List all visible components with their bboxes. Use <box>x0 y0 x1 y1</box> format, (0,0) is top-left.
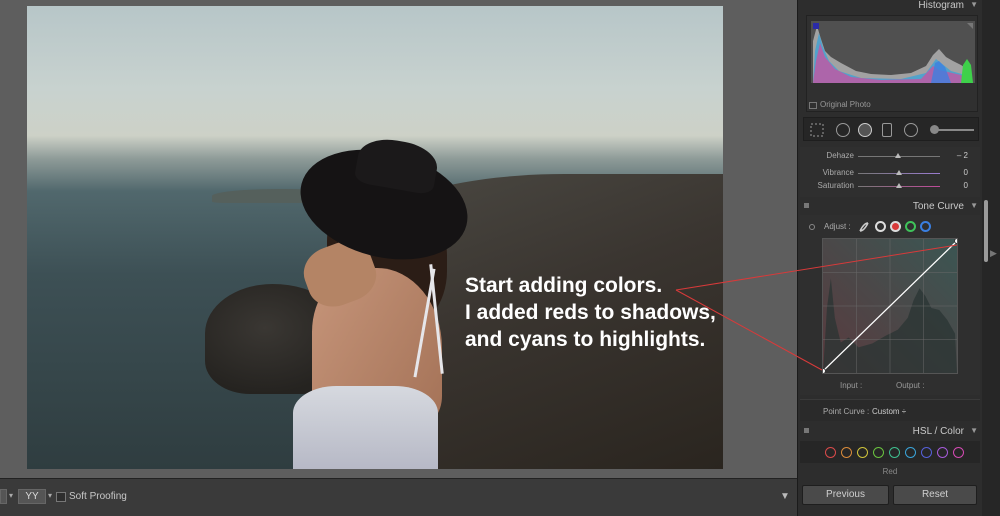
vibrance-value[interactable]: 0 <box>964 168 968 177</box>
hsl-color-swatch[interactable] <box>937 447 948 458</box>
hsl-color-swatches <box>800 441 980 463</box>
hsl-color-swatch[interactable] <box>825 447 836 458</box>
collapse-triangle-icon[interactable]: ▼ <box>970 201 978 210</box>
dehaze-label: Dehaze <box>826 151 854 160</box>
hsl-color-swatch[interactable] <box>905 447 916 458</box>
previous-button[interactable]: Previous <box>802 485 889 505</box>
original-photo-label: Original Photo <box>820 100 871 109</box>
hsl-color-swatch[interactable] <box>841 447 852 458</box>
rgb-channel-icon[interactable] <box>875 221 886 232</box>
panel-switch-icon[interactable] <box>804 203 809 208</box>
green-channel-icon[interactable] <box>905 221 916 232</box>
tone-curve-panel: Adjust : Input : Output : <box>800 215 980 395</box>
dehaze-slider-row[interactable]: Dehaze – 2 <box>800 150 980 162</box>
adjustment-brush-icon[interactable] <box>930 125 939 134</box>
spot-removal-icon[interactable] <box>836 123 850 137</box>
annotation-text: Start adding colors. I added reds to sha… <box>465 272 795 353</box>
hsl-title: HSL / Color <box>912 426 964 437</box>
curve-output-label: Output : <box>896 381 925 390</box>
hsl-color-swatch[interactable] <box>953 447 964 458</box>
histogram-graph[interactable] <box>811 21 975 83</box>
blue-channel-icon[interactable] <box>920 221 931 232</box>
red-channel-icon[interactable] <box>890 221 901 232</box>
tone-curve-graph[interactable] <box>822 238 958 374</box>
view-mode-button[interactable] <box>0 489 7 504</box>
hsl-color-swatch[interactable] <box>921 447 932 458</box>
hsl-red-label: Red <box>882 467 898 476</box>
soft-proofing-label: Soft Proofing <box>69 491 127 502</box>
parametric-curve-icon[interactable] <box>858 221 870 233</box>
panel-switch-icon[interactable] <box>804 428 809 433</box>
hsl-color-swatch[interactable] <box>873 447 884 458</box>
vibrance-slider-row[interactable]: Vibrance 0 <box>800 167 980 179</box>
before-after-button[interactable]: YY <box>18 489 46 504</box>
tone-curve-title: Tone Curve <box>912 201 964 212</box>
photo-dress <box>293 386 438 469</box>
original-photo-checkbox[interactable] <box>809 102 817 109</box>
tone-curve-adjust-label: Adjust : <box>824 222 851 231</box>
hsl-color-swatch[interactable] <box>857 447 868 458</box>
annotation-line-3: and cyans to highlights. <box>465 328 706 351</box>
view-mode-dropdown-icon[interactable]: ▾ <box>9 491 13 500</box>
point-curve-row: Point Curve : Custom ÷ <box>800 399 980 421</box>
point-curve-label: Point Curve : <box>823 407 870 416</box>
photo-canvas[interactable] <box>0 0 797 478</box>
graduated-filter-icon[interactable] <box>882 123 892 137</box>
dehaze-value[interactable]: – 2 <box>957 151 968 160</box>
tone-curve-header[interactable]: Tone Curve ▼ <box>800 201 980 215</box>
collapse-triangle-icon[interactable]: ▼ <box>970 0 978 9</box>
dehaze-slider-knob[interactable] <box>895 153 901 158</box>
histogram-panel: Original Photo <box>806 15 978 112</box>
saturation-label: Saturation <box>817 181 854 190</box>
hsl-color-swatch[interactable] <box>889 447 900 458</box>
reset-button[interactable]: Reset <box>893 485 977 505</box>
saturation-slider-knob[interactable] <box>896 183 902 188</box>
vibrance-label: Vibrance <box>822 168 854 177</box>
curve-input-label: Input : <box>840 381 863 390</box>
toolbar-menu-icon[interactable]: ▼ <box>780 491 790 502</box>
before-after-dropdown-icon[interactable]: ▾ <box>48 491 52 500</box>
collapse-triangle-icon[interactable]: ▼ <box>970 426 978 435</box>
vibrance-slider-knob[interactable] <box>896 170 902 175</box>
radial-filter-icon[interactable] <box>904 123 918 137</box>
saturation-slider-row[interactable]: Saturation 0 <box>800 180 980 192</box>
bottom-toolbar: ▾ YY ▾ Soft Proofing ▼ <box>0 478 797 516</box>
point-curve-select[interactable]: Custom ÷ <box>872 407 906 416</box>
histogram-header[interactable]: Histogram ▼ <box>800 0 980 14</box>
targeted-adjustment-icon[interactable] <box>809 224 815 230</box>
crop-overlay-icon[interactable] <box>810 123 824 137</box>
tool-strip <box>803 117 979 141</box>
presence-panel: Dehaze – 2 Vibrance 0 Saturation 0 <box>800 147 980 197</box>
panel-scrollbar[interactable] <box>984 200 988 262</box>
annotation-line-2: I added reds to shadows, <box>465 301 716 324</box>
red-eye-icon[interactable] <box>858 123 872 137</box>
histogram-title: Histogram <box>918 0 964 11</box>
annotation-line-1: Start adding colors. <box>465 274 663 297</box>
expand-arrow-icon[interactable]: ▶ <box>990 248 997 259</box>
saturation-value[interactable]: 0 <box>964 181 968 190</box>
hsl-header[interactable]: HSL / Color ▼ <box>800 426 980 440</box>
soft-proofing-checkbox[interactable] <box>56 492 66 502</box>
photo-preview[interactable] <box>27 6 723 469</box>
